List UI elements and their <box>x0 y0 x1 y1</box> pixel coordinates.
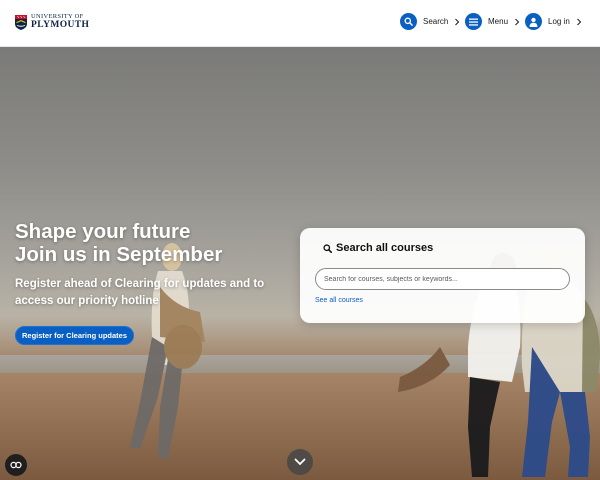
nav-login-button[interactable]: Log in <box>525 13 582 30</box>
nav-login-label: Log in <box>548 17 570 26</box>
chevron-down-icon <box>294 458 306 466</box>
course-search-input[interactable] <box>315 268 570 290</box>
site-header: UNIVERSITY OF PLYMOUTH Search Menu Log i… <box>0 0 600 47</box>
hero-subtitle: Register ahead of Clearing for updates a… <box>15 278 265 307</box>
user-icon <box>525 13 542 30</box>
nav-search-label: Search <box>423 17 449 26</box>
hero-heading: Shape your future Join us in September <box>15 220 222 266</box>
nav-search-button[interactable]: Search <box>400 13 460 30</box>
nav-menu-button[interactable]: Menu <box>465 13 520 30</box>
hero-heading-line-1: Shape your future <box>15 220 191 243</box>
logo-line-2: PLYMOUTH <box>31 19 90 30</box>
hero-heading-line-2: Join us in September <box>15 243 223 266</box>
course-search-card: Search all courses See all courses <box>300 228 585 323</box>
hero-section: Shape your future Join us in September R… <box>0 47 600 480</box>
crest-icon <box>15 14 27 30</box>
chevron-right-icon <box>576 18 582 25</box>
scroll-down-button[interactable] <box>287 449 313 475</box>
closed-captions-icon <box>10 461 22 469</box>
nav-menu-label: Menu <box>488 17 509 26</box>
menu-icon <box>465 13 482 30</box>
logo-wordmark: UNIVERSITY OF PLYMOUTH <box>31 13 90 30</box>
course-search-heading: Search all courses <box>323 242 433 254</box>
chevron-right-icon <box>455 18 460 25</box>
closed-captions-button[interactable] <box>5 454 27 476</box>
course-search-title: Search all courses <box>336 242 434 254</box>
register-clearing-button[interactable]: Register for Clearing updates <box>15 326 135 345</box>
search-icon <box>323 243 332 253</box>
university-logo[interactable]: UNIVERSITY OF PLYMOUTH <box>15 13 90 30</box>
see-all-courses-link[interactable]: See all courses <box>315 297 363 304</box>
search-icon <box>400 13 417 30</box>
chevron-right-icon <box>515 18 520 25</box>
